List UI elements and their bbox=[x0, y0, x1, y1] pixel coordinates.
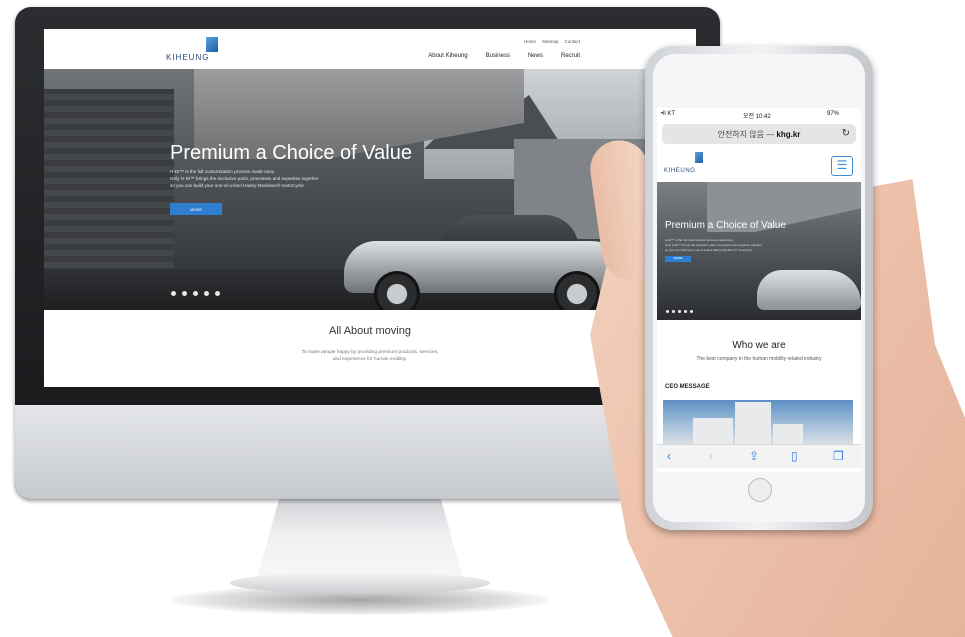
url-domain: khg.kr bbox=[776, 130, 801, 139]
battery-level: 97% bbox=[827, 111, 840, 117]
url-text: 안전하지 않음 — khg.kr bbox=[662, 129, 856, 140]
util-link-home[interactable]: Home bbox=[524, 39, 536, 44]
building-shape bbox=[693, 418, 733, 444]
slider-dot[interactable] bbox=[666, 310, 669, 313]
car-wheel bbox=[554, 271, 600, 310]
car-wheel bbox=[374, 271, 420, 310]
nav-item-business[interactable]: Business bbox=[486, 53, 510, 59]
forward-icon[interactable]: › bbox=[709, 449, 713, 463]
mobile-hero-more-button[interactable]: MORE bbox=[665, 256, 691, 262]
main-nav: About Kiheung Business News Recruit bbox=[428, 53, 580, 59]
mobile-hero-text-line: Only H-DI™ brings the exclusive parts, p… bbox=[665, 243, 762, 247]
slider-dot[interactable] bbox=[171, 291, 176, 296]
who-we-are-subtitle: The best company in the human mobility r… bbox=[696, 356, 822, 362]
building-shape bbox=[773, 424, 803, 444]
logo-mark-icon bbox=[206, 37, 218, 52]
slider-dot[interactable] bbox=[684, 310, 687, 313]
mobile-hero-text-line: so you can build your one-of-a-kind Harl… bbox=[665, 248, 754, 252]
tabs-icon[interactable]: ❐ bbox=[833, 449, 844, 463]
slider-dot[interactable] bbox=[690, 310, 693, 313]
ceo-building-image bbox=[663, 400, 853, 444]
bookmarks-icon[interactable]: ▯ bbox=[791, 449, 798, 463]
address-bar[interactable]: 안전하지 않음 — khg.kr ↻ bbox=[662, 124, 856, 144]
mobile-logo-mark-icon bbox=[695, 152, 703, 163]
util-link-sitemap[interactable]: Sitemap bbox=[542, 39, 559, 44]
ceo-message-label[interactable]: CEO MESSAGE bbox=[665, 384, 710, 390]
mobile-hero-text-line: H-DI™ is the full customization process … bbox=[665, 238, 734, 242]
mobile-logo-text[interactable]: KIHEUNG bbox=[664, 168, 696, 174]
slider-dot[interactable] bbox=[182, 291, 187, 296]
nav-item-recruit[interactable]: Recruit bbox=[561, 53, 580, 59]
nav-item-about[interactable]: About Kiheung bbox=[428, 53, 467, 59]
slider-dot[interactable] bbox=[215, 291, 220, 296]
site-header: KIHEUNG Home Sitemap Contact About Kiheu… bbox=[44, 29, 696, 69]
carrier-label: •ll KT bbox=[661, 111, 676, 117]
mobile-car-image bbox=[757, 270, 861, 310]
slider-dots bbox=[171, 291, 220, 296]
slider-dot[interactable] bbox=[193, 291, 198, 296]
hero-title: Premium a Choice of Value bbox=[170, 142, 412, 164]
slider-dot[interactable] bbox=[204, 291, 209, 296]
reload-icon[interactable]: ↻ bbox=[842, 128, 850, 139]
mobile-header: KIHEUNG ☰ bbox=[657, 146, 861, 182]
hero-more-button[interactable]: MORE bbox=[170, 203, 222, 215]
mobile-slider-dots bbox=[666, 310, 693, 313]
slider-dot[interactable] bbox=[672, 310, 675, 313]
browser-toolbar: ‹ › ⇪ ▯ ❐ bbox=[657, 444, 861, 468]
nav-item-news[interactable]: News bbox=[528, 53, 543, 59]
util-link-contact[interactable]: Contact bbox=[564, 39, 580, 44]
logo-text: KIHEUNG bbox=[166, 53, 210, 62]
logo[interactable]: KIHEUNG bbox=[166, 37, 226, 65]
hamburger-menu-icon[interactable]: ☰ bbox=[831, 156, 853, 176]
car-image bbox=[344, 209, 634, 310]
phone-status-bar: •ll KT 오전 10:42 97% bbox=[657, 108, 861, 122]
hero-text-line: H-DI™ is the full customization process … bbox=[170, 169, 275, 174]
monitor-stand-foot bbox=[230, 572, 490, 594]
home-button[interactable] bbox=[748, 478, 772, 502]
building-shape bbox=[735, 402, 771, 444]
back-icon[interactable]: ‹ bbox=[667, 449, 671, 463]
mobile-hero: Premium a Choice of Value H-DI™ is the f… bbox=[657, 182, 861, 320]
who-we-are-title: Who we are bbox=[732, 340, 786, 351]
slider-dot[interactable] bbox=[678, 310, 681, 313]
status-time: 오전 10:42 bbox=[743, 114, 771, 120]
utility-nav: Home Sitemap Contact bbox=[524, 39, 580, 44]
share-icon[interactable]: ⇪ bbox=[749, 449, 759, 463]
hero-text-line: Only H-DI™ brings the exclusive parts, p… bbox=[170, 176, 319, 181]
mobile-hero-title: Premium a Choice of Value bbox=[665, 220, 786, 231]
hero-text-line: so you can build your one-of-a-kind Harl… bbox=[170, 183, 306, 188]
url-security-label: 안전하지 않음 — bbox=[717, 130, 777, 139]
